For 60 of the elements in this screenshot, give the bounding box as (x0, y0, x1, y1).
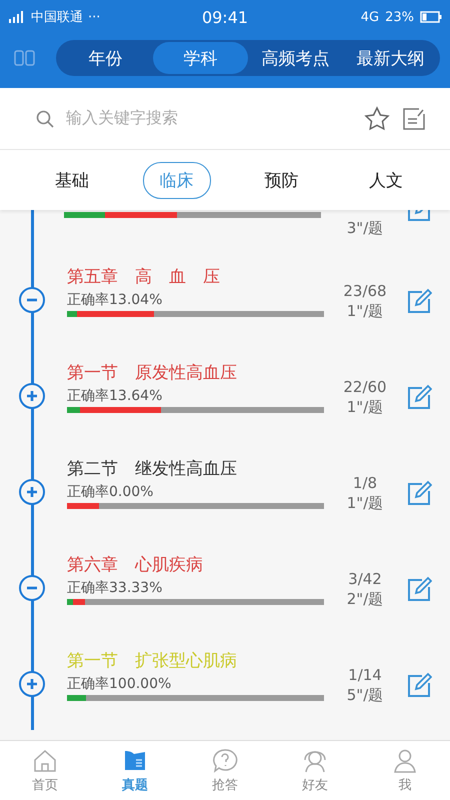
home-icon (32, 748, 58, 774)
header-tab[interactable]: 高频考点 (248, 42, 343, 74)
time-per-question: 1"/题 (346, 397, 384, 417)
chapter-title[interactable]: 第二节 继发性高血压 (67, 457, 324, 480)
edit-icon[interactable] (406, 576, 432, 602)
chapter-title[interactable]: 第一节 原发性高血压 (67, 361, 324, 384)
edit-icon[interactable] (406, 210, 432, 222)
edit-icon[interactable] (406, 672, 432, 698)
plus-icon (26, 678, 38, 690)
time-per-question: 2"/题 (346, 589, 384, 609)
category-tab[interactable]: 预防 (247, 162, 316, 198)
question-count: 1/14 (348, 665, 382, 685)
edit-icon[interactable] (406, 384, 432, 410)
chapter-title[interactable]: 第五章 高 血 压 (67, 265, 324, 288)
category-tab[interactable]: 基础 (38, 162, 106, 198)
plus-icon (26, 390, 38, 402)
question-count: 3/42 (348, 569, 382, 589)
time-per-question: 1"/题 (346, 493, 384, 513)
nav-tab[interactable]: 首页 (0, 741, 90, 800)
question-count: 23/68 (343, 281, 387, 301)
expand-button[interactable] (19, 479, 45, 505)
category-tab[interactable]: 临床 (142, 162, 211, 198)
question-icon (212, 748, 238, 774)
accuracy-text: 正确率33.33% (67, 579, 164, 597)
header-tab[interactable]: 年份 (58, 42, 153, 74)
more-indicator: ··· (88, 10, 100, 24)
edit-icon[interactable] (406, 288, 432, 314)
carrier-name: 中国联通 (31, 9, 83, 26)
time-per-question: 3"/题 (346, 218, 384, 238)
star-icon[interactable] (364, 106, 390, 132)
header-tab[interactable]: 最新大纲 (343, 42, 438, 74)
person-icon (392, 748, 418, 774)
battery-level: 23% (385, 10, 414, 24)
plus-icon (26, 486, 38, 498)
expand-button[interactable] (19, 383, 45, 409)
collapse-button[interactable] (19, 575, 45, 601)
time-per-question: 5"/题 (346, 685, 384, 705)
nav-tab[interactable]: 我 (360, 741, 450, 800)
signal-icon (8, 11, 26, 23)
search-icon (36, 110, 54, 128)
chapter-title[interactable]: 第六章 心肌疾病 (67, 553, 324, 576)
battery-icon (420, 11, 442, 23)
category-tab[interactable]: 人文 (352, 162, 420, 198)
note-icon[interactable] (402, 106, 426, 130)
accuracy-text: 正确率0.00% (67, 483, 154, 501)
network-type: 4G (360, 10, 380, 24)
accuracy-text: 正确率13.64% (67, 387, 164, 405)
accuracy-text: 正确率100.00% (67, 675, 172, 693)
question-count: 22/60 (343, 377, 387, 397)
nav-tab[interactable]: 抢答 (180, 741, 270, 800)
collapse-button[interactable] (19, 287, 45, 313)
clock: 09:41 (202, 8, 248, 26)
time-per-question: 1"/题 (346, 301, 384, 321)
edit-icon[interactable] (406, 480, 432, 506)
header-tab[interactable]: 学科 (153, 42, 248, 74)
expand-button[interactable] (19, 671, 45, 697)
nav-tab[interactable]: 好友 (270, 741, 360, 800)
accuracy-text: 正确率13.04% (67, 291, 164, 309)
nav-tab[interactable]: 真题 (90, 741, 180, 800)
question-count: 1/8 (352, 473, 378, 493)
